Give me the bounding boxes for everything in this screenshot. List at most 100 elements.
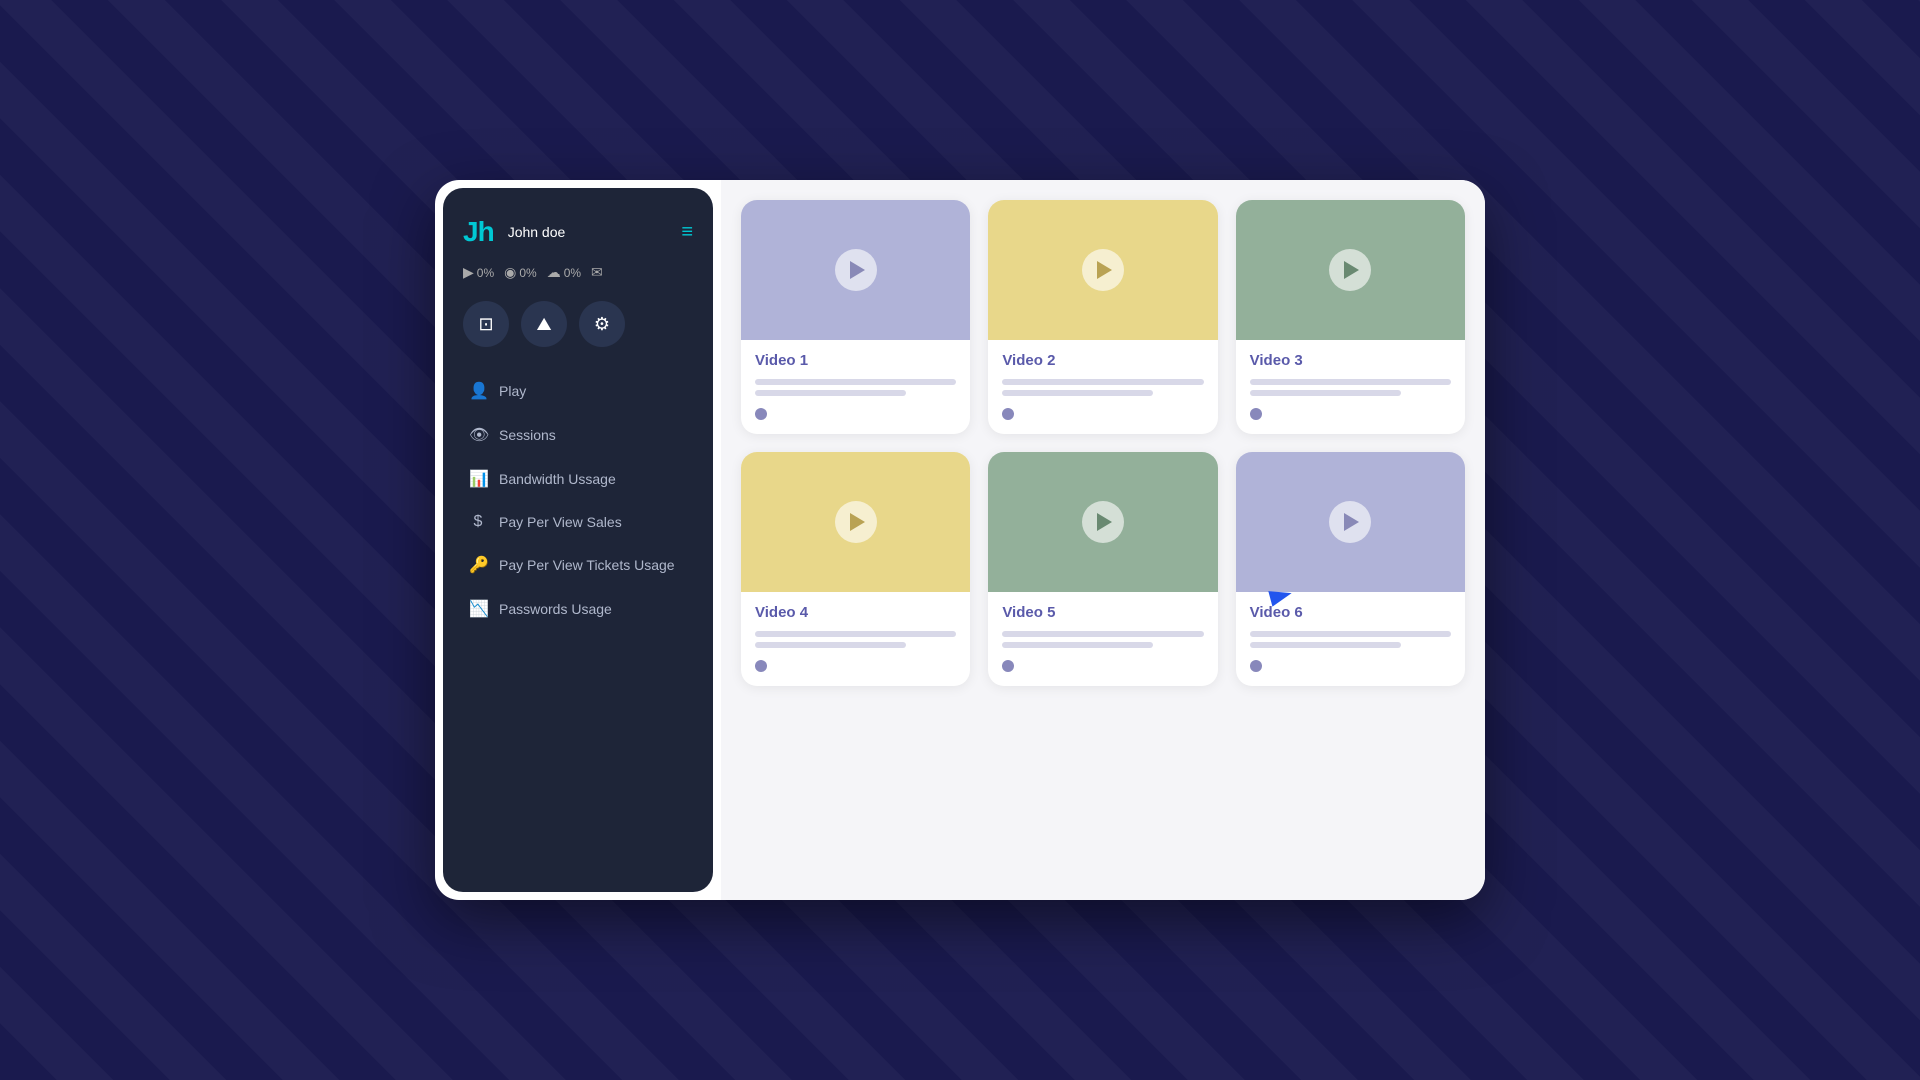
video-card-3[interactable]: Video 3 (1236, 200, 1465, 434)
video-title-5: Video 5 (1002, 604, 1203, 621)
video-card-2[interactable]: Video 2 (988, 200, 1217, 434)
video-lines-6 (1250, 631, 1451, 648)
video-thumbnail-4 (741, 452, 970, 592)
analytics-tab-icon: ⛰ (536, 314, 551, 335)
video-lines-4 (755, 631, 956, 648)
settings-tab-icon: ⚙ (594, 314, 610, 335)
play-triangle-2 (1097, 261, 1112, 279)
video-tab[interactable]: ⊡ (463, 301, 509, 347)
nav-passwords[interactable]: 📉 Passwords Usage (455, 589, 701, 629)
play-button-4[interactable] (835, 501, 877, 543)
video-grid: Video 1 Video 2 (741, 200, 1465, 686)
video-dot-4 (755, 660, 767, 672)
sessions-stat: ◉ 0% (504, 264, 537, 281)
play-stat-value: 0% (477, 266, 494, 280)
video-thumbnail-6 (1236, 452, 1465, 592)
line (1002, 390, 1153, 396)
video-info-6: Video 6 (1236, 592, 1465, 686)
video-card-5[interactable]: Video 5 (988, 452, 1217, 686)
line (755, 642, 906, 648)
analytics-tab[interactable]: ⛰ (521, 301, 567, 347)
nav-bandwidth-icon: 📊 (469, 469, 487, 489)
video-thumbnail-5 (988, 452, 1217, 592)
stats-row: ▶ 0% ◉ 0% ☁ 0% ✉ (443, 264, 713, 301)
nav-bandwidth-label: Bandwidth Ussage (499, 471, 616, 487)
video-lines-3 (1250, 379, 1451, 396)
video-info-4: Video 4 (741, 592, 970, 686)
nav-ppv-sales-icon: $ (469, 513, 487, 531)
nav-sessions-label: Sessions (499, 427, 556, 443)
line (1250, 379, 1451, 385)
hamburger-icon[interactable]: ≡ (681, 221, 693, 244)
nav-bandwidth[interactable]: 📊 Bandwidth Ussage (455, 459, 701, 499)
video-info-1: Video 1 (741, 340, 970, 434)
nav-play-label: Play (499, 383, 526, 399)
play-triangle-3 (1344, 261, 1359, 279)
video-title-1: Video 1 (755, 352, 956, 369)
video-dot-5 (1002, 660, 1014, 672)
icon-tabs: ⊡ ⛰ ⚙ (443, 301, 713, 371)
sessions-stat-value: 0% (519, 266, 536, 280)
nav-ppv-tickets-icon: 🔑 (469, 555, 487, 575)
line (1250, 642, 1401, 648)
play-button-1[interactable] (835, 249, 877, 291)
line (755, 631, 956, 637)
video-dot-6 (1250, 660, 1262, 672)
video-thumbnail-2 (988, 200, 1217, 340)
header-left: Jh John doe (463, 216, 565, 248)
nav-play[interactable]: 👤 Play (455, 371, 701, 411)
play-button-3[interactable] (1329, 249, 1371, 291)
nav-ppv-tickets-label: Pay Per View Tickets Usage (499, 557, 675, 573)
cloud-icon: ☁ (547, 264, 561, 281)
video-dot-3 (1250, 408, 1262, 420)
cloud-stat-value: 0% (564, 266, 581, 280)
video-title-4: Video 4 (755, 604, 956, 621)
nav-sessions[interactable]: 👁 Sessions (455, 415, 701, 455)
settings-tab[interactable]: ⚙ (579, 301, 625, 347)
video-title-3: Video 3 (1250, 352, 1451, 369)
mail-icon: ✉ (591, 264, 603, 281)
video-lines-2 (1002, 379, 1203, 396)
video-title-6: Video 6 (1250, 604, 1451, 621)
line (1250, 390, 1401, 396)
line (1002, 379, 1203, 385)
line (1002, 631, 1203, 637)
mail-stat: ✉ (591, 264, 603, 281)
video-card-6[interactable]: Video 6 (1236, 452, 1465, 686)
video-info-3: Video 3 (1236, 340, 1465, 434)
nav-ppv-sales-label: Pay Per View Sales (499, 514, 622, 530)
play-triangle-6 (1344, 513, 1359, 531)
nav-ppv-tickets[interactable]: 🔑 Pay Per View Tickets Usage (455, 545, 701, 585)
play-triangle-4 (850, 513, 865, 531)
line (1250, 631, 1451, 637)
line (755, 379, 956, 385)
play-triangle-1 (850, 261, 865, 279)
sessions-icon: ◉ (504, 264, 516, 281)
logo: Jh (463, 216, 494, 248)
play-triangle-5 (1097, 513, 1112, 531)
play-button-2[interactable] (1082, 249, 1124, 291)
username: John doe (508, 224, 566, 240)
play-button-6[interactable] (1329, 501, 1371, 543)
video-tab-icon: ⊡ (478, 314, 493, 335)
line (1002, 642, 1153, 648)
video-dot-2 (1002, 408, 1014, 420)
play-button-5[interactable] (1082, 501, 1124, 543)
video-info-2: Video 2 (988, 340, 1217, 434)
nav-menu: 👤 Play 👁 Sessions 📊 Bandwidth Ussage $ P… (443, 371, 713, 629)
nav-ppv-sales[interactable]: $ Pay Per View Sales (455, 503, 701, 541)
nav-passwords-icon: 📉 (469, 599, 487, 619)
cloud-stat: ☁ 0% (547, 264, 581, 281)
video-lines-5 (1002, 631, 1203, 648)
video-dot-1 (755, 408, 767, 420)
video-thumbnail-3 (1236, 200, 1465, 340)
line (755, 390, 906, 396)
video-info-5: Video 5 (988, 592, 1217, 686)
sidebar: Jh John doe ≡ ▶ 0% ◉ 0% ☁ 0% ✉ (443, 188, 713, 892)
video-card-1[interactable]: Video 1 (741, 200, 970, 434)
video-title-2: Video 2 (1002, 352, 1203, 369)
video-card-4[interactable]: Video 4 (741, 452, 970, 686)
play-stat: ▶ 0% (463, 264, 494, 281)
nav-sessions-icon: 👁 (469, 425, 487, 445)
sidebar-header: Jh John doe ≡ (443, 208, 713, 264)
